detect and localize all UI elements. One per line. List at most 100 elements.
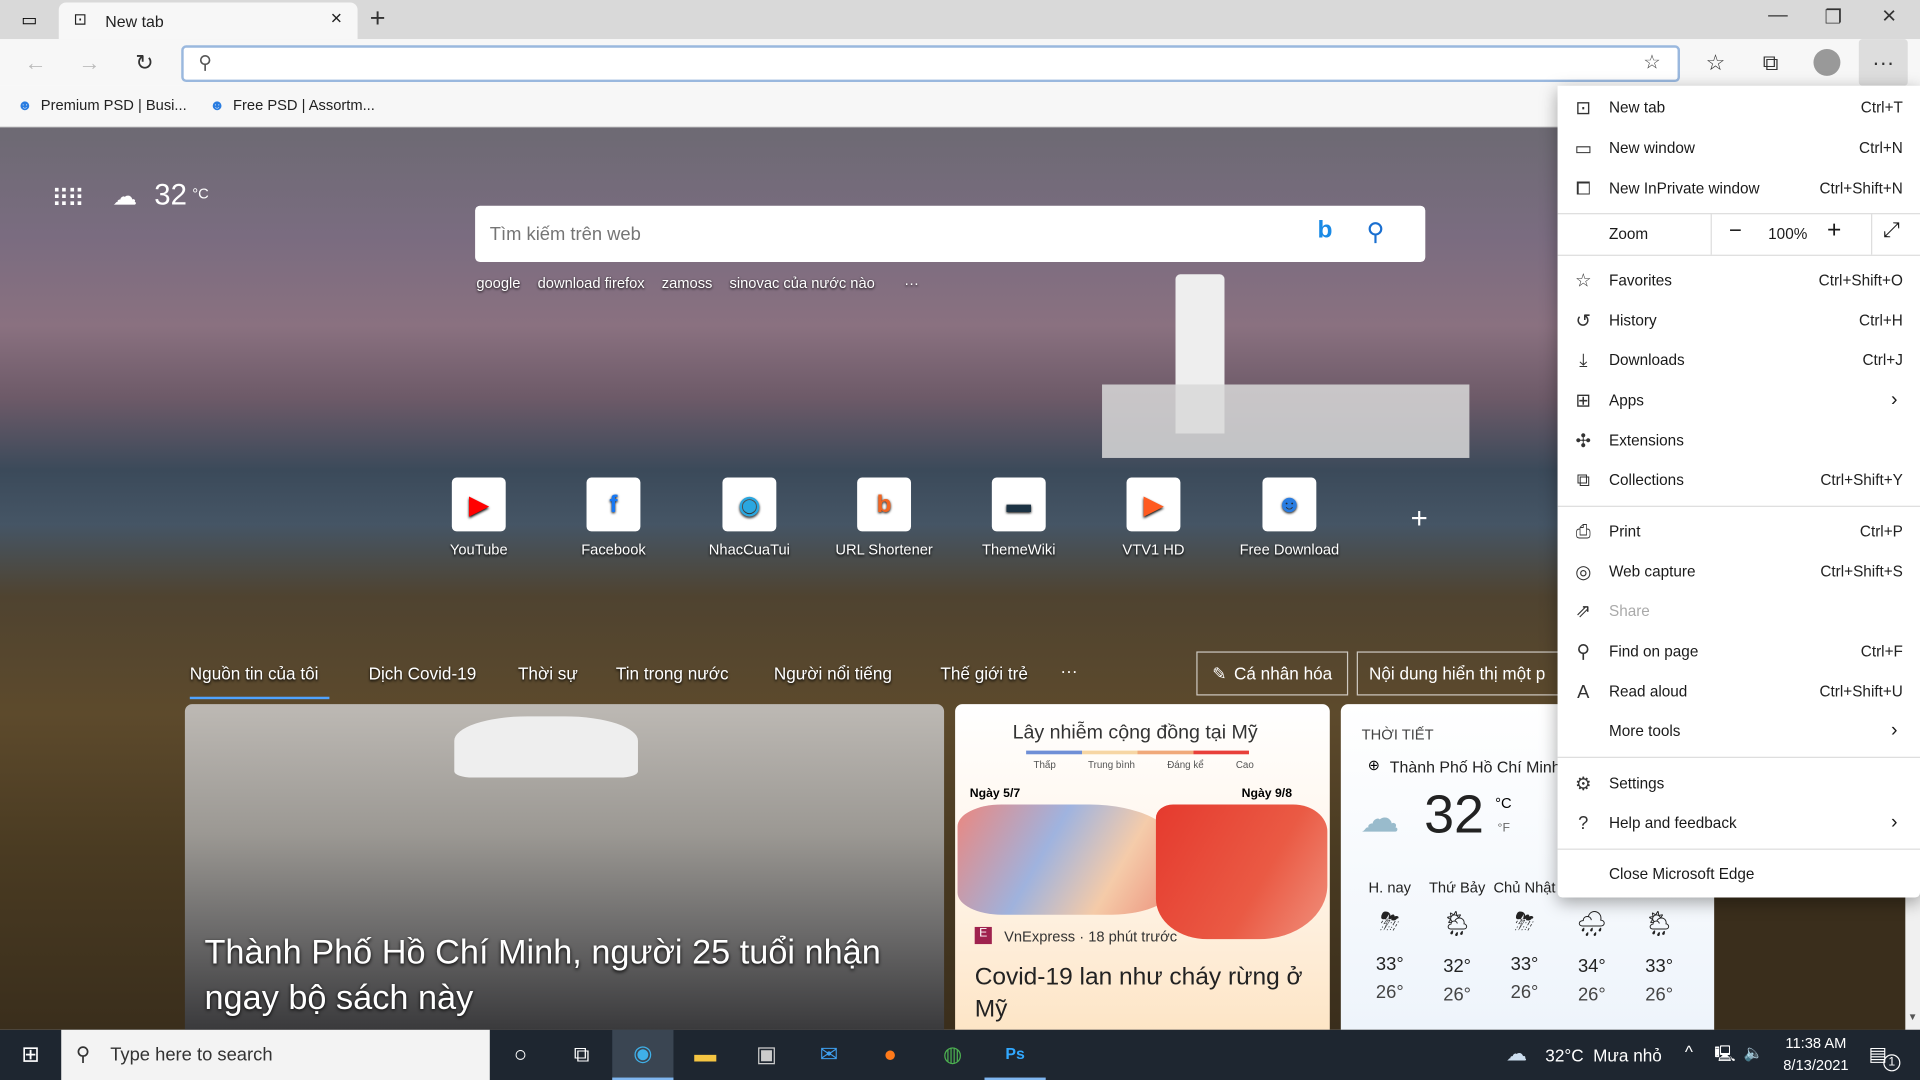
menu-item-extensions[interactable]: ✣ Extensions xyxy=(1558,421,1920,460)
top-site-tile[interactable]: b URL Shortener xyxy=(829,477,939,558)
menu-item-favorites[interactable]: ☆ Favorites Ctrl+Shift+O xyxy=(1558,261,1920,300)
forecast-day[interactable]: 🌧 34° 26° xyxy=(1559,879,1625,1005)
news-source[interactable]: VnExpress · 18 phút trước xyxy=(1004,928,1177,945)
photoshop-icon[interactable]: Ps xyxy=(984,1030,1046,1080)
top-site-tile[interactable]: ☻ Free Download xyxy=(1234,477,1344,558)
top-site-tile[interactable]: ▶ YouTube xyxy=(424,477,534,558)
unit-fahrenheit[interactable]: °F xyxy=(1498,822,1510,835)
menu-item-share[interactable]: ⇗ Share xyxy=(1558,591,1920,630)
tab-new-tab[interactable]: ⊡ New tab × xyxy=(58,2,358,40)
menu-item-downloads[interactable]: ⤓ Downloads Ctrl+J xyxy=(1558,340,1920,379)
tab-actions-icon[interactable]: ▭ xyxy=(12,7,46,31)
more-categories-button[interactable]: ··· xyxy=(1060,661,1077,681)
menu-item-collections[interactable]: ⧉ Collections Ctrl+Shift+Y xyxy=(1558,460,1920,499)
menu-item-read-aloud[interactable]: A Read aloud Ctrl+Shift+U xyxy=(1558,672,1920,711)
favorite-item[interactable]: ☻ Free PSD | Assortm... xyxy=(209,97,374,114)
collections-button[interactable]: ⧉ xyxy=(1747,39,1794,86)
app-launcher-icon[interactable]: ⠿⠿ xyxy=(51,184,84,215)
fullscreen-button[interactable]: ⤢ xyxy=(1883,218,1900,242)
bing-logo-icon[interactable]: b xyxy=(1318,217,1333,245)
hero-headline[interactable]: Thành Phố Hồ Chí Minh, người 25 tuổi nhậ… xyxy=(204,929,926,1020)
zoom-out-button[interactable]: − xyxy=(1729,218,1742,244)
mail-icon[interactable]: ✉ xyxy=(798,1030,859,1080)
maximize-button[interactable]: ❐ xyxy=(1824,5,1842,29)
address-input[interactable] xyxy=(227,50,1624,78)
more-trending-button[interactable]: ··· xyxy=(904,274,919,291)
favorite-item[interactable]: ☻ Premium PSD | Busi... xyxy=(17,97,187,114)
web-search-box[interactable]: b ⚲ xyxy=(475,205,1426,263)
menu-item-close-microsoft-edge[interactable]: Close Microsoft Edge xyxy=(1558,855,1920,894)
refresh-button[interactable]: ↻ xyxy=(121,39,168,86)
zoom-in-button[interactable]: + xyxy=(1827,217,1841,245)
top-site-tile[interactable]: ▬ ThemeWiki xyxy=(964,477,1074,558)
forecast-weather-icon: ⛈ xyxy=(1380,908,1400,936)
web-search-input[interactable] xyxy=(489,217,1298,250)
weather-temp[interactable]: 32 xyxy=(154,179,187,213)
top-site-tile[interactable]: ▶ VTV1 HD xyxy=(1098,477,1208,558)
file-explorer-icon[interactable]: ▬ xyxy=(675,1030,736,1080)
content-visibility-button[interactable]: Nội dung hiển thị một p xyxy=(1356,651,1565,696)
menu-item-settings[interactable]: ⚙ Settings xyxy=(1558,764,1920,803)
news-category-tab[interactable]: Nguồn tin của tôi xyxy=(190,664,319,684)
trending-link[interactable]: google xyxy=(476,274,520,291)
news-category-tab[interactable]: Dịch Covid-19 xyxy=(369,664,477,684)
unit-celsius[interactable]: °C xyxy=(1495,795,1511,812)
settings-and-more-button[interactable]: ··· xyxy=(1858,39,1908,86)
clock-date[interactable]: 8/13/2021 xyxy=(1778,1057,1854,1074)
scroll-down-icon[interactable]: ▼ xyxy=(1908,1011,1918,1022)
start-button[interactable]: ⊞ xyxy=(0,1030,61,1080)
trending-link[interactable]: download firefox xyxy=(538,274,645,291)
network-icon[interactable]: 🖳 xyxy=(1714,1043,1735,1070)
menu-item-more-tools[interactable]: More tools › xyxy=(1558,711,1920,750)
chrome-icon[interactable]: ◍ xyxy=(922,1030,983,1080)
news-category-tab[interactable]: Thế giới trẻ xyxy=(940,664,1027,684)
taskbar-weather[interactable]: 32°C Mưa nhỏ xyxy=(1545,1046,1661,1066)
forecast-day[interactable]: 🌦 33° 26° xyxy=(1626,879,1692,1005)
menu-item-new-window[interactable]: ▭ New window Ctrl+N xyxy=(1558,129,1920,168)
trending-link[interactable]: zamoss xyxy=(662,274,713,291)
edge-taskbar-icon[interactable]: ◉ xyxy=(612,1029,674,1080)
profile-button[interactable] xyxy=(1804,39,1851,86)
menu-item-new-tab[interactable]: ⊡ New tab Ctrl+T xyxy=(1558,88,1920,127)
menu-item-history[interactable]: ↺ History Ctrl+H xyxy=(1558,301,1920,340)
news-category-tab[interactable]: Thời sự xyxy=(518,664,578,684)
forecast-day-label: H. nay xyxy=(1368,879,1412,897)
add-favorite-icon[interactable]: ☆ xyxy=(1643,50,1661,74)
menu-item-find-on-page[interactable]: ⚲ Find on page Ctrl+F xyxy=(1558,632,1920,671)
close-window-button[interactable]: × xyxy=(1882,2,1896,30)
personalize-button[interactable]: ✎ Cá nhân hóa xyxy=(1196,651,1349,696)
minimize-button[interactable]: — xyxy=(1768,5,1788,27)
news-card-covid[interactable]: Lây nhiễm cộng đồng tại Mỹ Thấp Trung bìn… xyxy=(955,704,1330,1030)
menu-item-apps[interactable]: ⊞ Apps › xyxy=(1558,381,1920,420)
covid-headline[interactable]: Covid-19 lan như cháy rừng ở Mỹ xyxy=(975,961,1323,1025)
top-site-tile[interactable]: ◉ NhacCuaTui xyxy=(694,477,804,558)
menu-item-help-and-feedback[interactable]: ? Help and feedback › xyxy=(1558,803,1920,842)
trending-link[interactable]: sinovac của nước nào xyxy=(730,274,875,291)
taskbar-search[interactable]: ⚲ Type here to search xyxy=(61,1029,490,1080)
firefox-icon[interactable]: ● xyxy=(860,1030,921,1080)
new-tab-button[interactable]: + xyxy=(370,2,386,34)
forward-button[interactable]: → xyxy=(66,39,113,86)
forecast-day[interactable]: Thứ Bảy 🌦 32° 26° xyxy=(1424,879,1490,1005)
show-hidden-icons[interactable]: ^ xyxy=(1685,1042,1693,1062)
address-bar[interactable]: ⚲ ☆ xyxy=(181,45,1681,83)
add-site-button[interactable]: + xyxy=(1411,502,1428,536)
task-view-icon[interactable]: ⧉ xyxy=(551,1030,612,1080)
top-site-tile[interactable]: f Facebook xyxy=(558,477,668,558)
news-category-tab[interactable]: Tin trong nước xyxy=(616,664,729,684)
search-icon[interactable]: ⚲ xyxy=(1367,217,1385,248)
forecast-day[interactable]: Chủ Nhật ⛈ 33° 26° xyxy=(1491,879,1557,1003)
volume-icon[interactable]: 🔈 xyxy=(1744,1043,1764,1063)
news-category-tab[interactable]: Người nổi tiếng xyxy=(774,664,892,684)
menu-item-new-inprivate-window[interactable]: ⧠ New InPrivate window Ctrl+Shift+N xyxy=(1558,169,1920,208)
favorites-button[interactable]: ☆ xyxy=(1692,39,1739,86)
menu-item-print[interactable]: ⎙ Print Ctrl+P xyxy=(1558,512,1920,551)
store-icon[interactable]: ▣ xyxy=(736,1030,797,1080)
forecast-day[interactable]: H. nay ⛈ 33° 26° xyxy=(1357,879,1423,1003)
cortana-icon[interactable]: ○ xyxy=(490,1030,551,1080)
close-tab-icon[interactable]: × xyxy=(331,9,342,31)
news-card-hero[interactable]: Thành Phố Hồ Chí Minh, người 25 tuổi nhậ… xyxy=(184,704,945,1030)
back-button[interactable]: ← xyxy=(12,39,59,86)
clock-time[interactable]: 11:38 AM xyxy=(1778,1035,1854,1052)
menu-item-web-capture[interactable]: ◎ Web capture Ctrl+Shift+S xyxy=(1558,552,1920,591)
